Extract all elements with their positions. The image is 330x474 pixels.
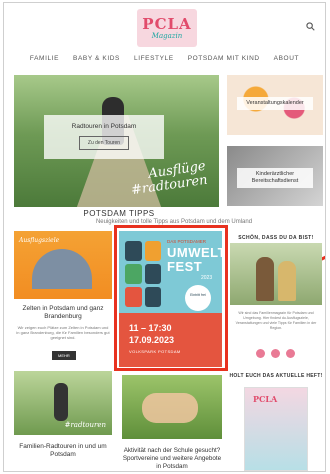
person-image bbox=[256, 257, 274, 301]
post-image-bike-tours[interactable]: #radtouren bbox=[14, 371, 112, 435]
pinterest-icon[interactable] bbox=[286, 349, 295, 358]
event-calendar-card[interactable]: Veranstaltungskalender bbox=[227, 75, 323, 135]
person-image bbox=[278, 261, 296, 301]
logo-main: PCLA bbox=[142, 14, 192, 33]
section-title: POTSDAM TIPPS bbox=[83, 209, 155, 218]
hero-card: Radtouren in Potsdam Zu den Touren bbox=[44, 115, 164, 159]
post-title-bike-tours[interactable]: Familien-Radtouren in und um Potsdam bbox=[14, 443, 112, 459]
nav-item-potsdam-mit-kind[interactable]: POTSDAM MIT KIND bbox=[188, 55, 260, 62]
highlight-box bbox=[114, 225, 228, 371]
sidebar-team-photo bbox=[230, 243, 322, 305]
post-image-camping[interactable]: Ausflugsziele bbox=[14, 231, 112, 299]
post-badge: Ausflugsziele bbox=[19, 237, 60, 244]
post-excerpt-camping: Wir zeigen euch Plätze zum Zelten in Pot… bbox=[16, 325, 110, 340]
post-more-button[interactable]: MEHR bbox=[52, 351, 76, 360]
sidebar-welcome-text: Wir sind das Familienmagazin für Potsdam… bbox=[235, 311, 317, 330]
main-nav: FAMILIE BABY & KIDS LIFESTYLE POTSDAM MI… bbox=[4, 55, 325, 62]
hero-button[interactable]: Zu den Touren bbox=[78, 136, 130, 150]
post-title-sports[interactable]: Aktivität nach der Schule gesucht? Sport… bbox=[122, 447, 222, 471]
pediatric-service-label: Kinderärztlicher Bereitschaftsdienst bbox=[237, 168, 313, 188]
browser-page: PCLA Magazin FAMILIE BABY & KIDS LIFESTY… bbox=[3, 2, 326, 472]
sidebar-issue-title: HOLT EUCH DAS AKTUELLE HEFT! bbox=[229, 373, 323, 379]
nav-item-baby-kids[interactable]: BABY & KIDS bbox=[73, 55, 120, 62]
logo-sub: Magazin bbox=[151, 31, 183, 40]
instagram-icon[interactable] bbox=[271, 349, 280, 358]
kids-image bbox=[142, 393, 198, 423]
pediatric-service-card[interactable]: Kinderärztlicher Bereitschaftsdienst bbox=[227, 146, 323, 206]
magazine-logo: PCLA bbox=[253, 394, 278, 404]
nav-item-about[interactable]: ABOUT bbox=[274, 55, 299, 62]
post-image-sports[interactable] bbox=[122, 375, 222, 439]
magazine-cover[interactable]: PCLA bbox=[244, 387, 308, 471]
hero-title: Radtouren in Potsdam bbox=[71, 123, 137, 130]
event-calendar-label: Veranstaltungskalender bbox=[237, 97, 313, 110]
post-title-camping[interactable]: Zelten in Potsdam und ganz Brandenburg bbox=[14, 305, 112, 321]
cyclist-image bbox=[54, 383, 68, 421]
tent-illustration bbox=[32, 249, 92, 289]
post-script-text: #radtouren bbox=[64, 421, 106, 429]
facebook-icon[interactable] bbox=[256, 349, 265, 358]
hero-slider[interactable]: Radtouren in Potsdam Zu den Touren Ausfl… bbox=[14, 75, 219, 207]
search-icon[interactable] bbox=[306, 22, 315, 31]
site-logo[interactable]: PCLA Magazin bbox=[137, 9, 197, 47]
social-links bbox=[256, 349, 295, 358]
nav-item-lifestyle[interactable]: LIFESTYLE bbox=[134, 55, 174, 62]
sidebar-welcome-title: SCHÖN, DASS DU DA BIST! bbox=[238, 235, 314, 241]
nav-item-familie[interactable]: FAMILIE bbox=[30, 55, 59, 62]
